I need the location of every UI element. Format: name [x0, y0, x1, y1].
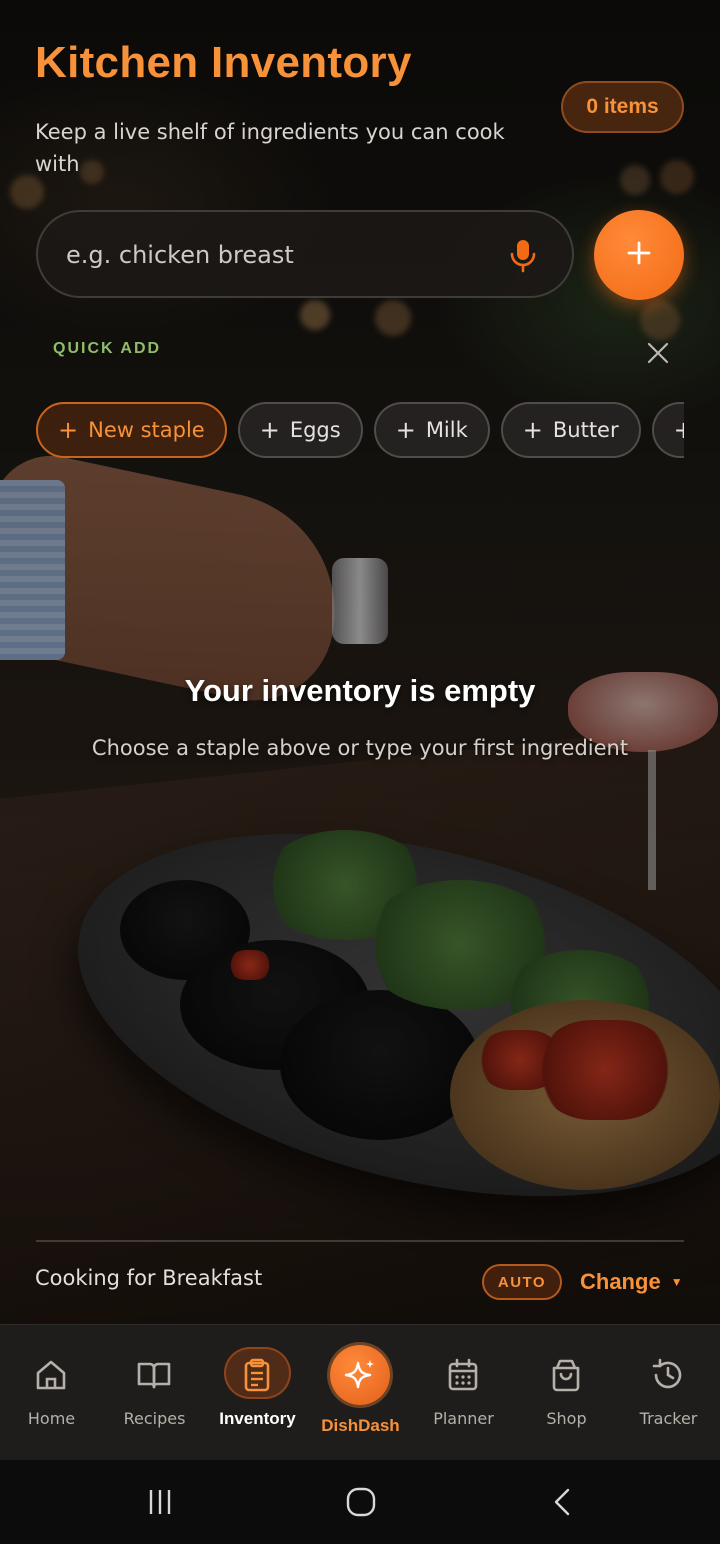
add-ingredient-button[interactable]	[594, 210, 684, 300]
nav-item-recipes[interactable]: Recipes	[103, 1325, 206, 1461]
plus-icon	[626, 240, 652, 270]
chip-eggs[interactable]: + Eggs	[237, 402, 363, 458]
ingredient-input[interactable]	[66, 230, 496, 280]
shopping-bag-icon	[546, 1355, 586, 1395]
book-icon	[134, 1355, 174, 1395]
nav-label: Inventory	[219, 1409, 296, 1428]
divider	[36, 1240, 684, 1242]
chip-milk[interactable]: + Milk	[373, 402, 490, 458]
change-label: Change	[580, 1269, 661, 1294]
clipboard-icon	[237, 1355, 277, 1395]
nav-item-home[interactable]: Home	[0, 1325, 103, 1461]
microphone-icon[interactable]	[508, 239, 538, 273]
chip-label: Milk	[425, 418, 468, 442]
back-icon[interactable]	[533, 1480, 593, 1524]
chip-ch[interactable]: + Ch	[651, 402, 684, 458]
nav-label: Planner	[433, 1409, 494, 1428]
page-subtitle: Keep a live shelf of ingredients you can…	[35, 120, 505, 176]
calendar-icon	[443, 1355, 483, 1395]
caret-down-icon: ▼	[670, 1275, 683, 1289]
nav-item-inventory[interactable]: Inventory	[206, 1325, 309, 1461]
sparkle-icon	[340, 1355, 380, 1395]
system-nav-bar	[0, 1460, 720, 1544]
nav-label: Home	[27, 1409, 76, 1428]
plus-icon: +	[673, 416, 684, 444]
recent-apps-icon[interactable]	[130, 1480, 190, 1524]
auto-badge: AUTO	[482, 1264, 562, 1300]
chip-new-staple[interactable]: + New staple	[36, 402, 227, 458]
cooking-for-label: Cooking for Breakfast	[35, 1266, 263, 1290]
chip-label: Butter	[552, 418, 619, 442]
ingredient-search-field[interactable]	[36, 210, 574, 298]
change-meal-button[interactable]: Change ▼	[580, 1264, 683, 1300]
page-title: Kitchen Inventory	[35, 38, 412, 87]
chip-label: New staple	[88, 418, 205, 442]
nav-label: Recipes	[123, 1409, 186, 1428]
quick-add-label: QUICK ADD	[53, 340, 162, 357]
nav-label: Shop	[546, 1409, 587, 1428]
home-icon	[31, 1355, 71, 1395]
plus-icon: +	[395, 416, 416, 444]
item-count-badge: 0 items	[561, 81, 684, 133]
chip-butter[interactable]: + Butter	[500, 402, 641, 458]
chip-label: Eggs	[289, 418, 341, 442]
empty-state-title: Your inventory is empty	[184, 673, 536, 708]
nav-item-planner[interactable]: Planner	[412, 1325, 515, 1461]
nav-label: Tracker	[639, 1409, 698, 1428]
plus-icon: +	[259, 416, 280, 444]
plus-icon: +	[58, 416, 79, 444]
nav-item-dishdash[interactable]: DishDash	[309, 1325, 412, 1461]
nav-item-tracker[interactable]: Tracker	[617, 1325, 720, 1461]
bottom-nav: Home Recipes Inventory DishDash Planner …	[0, 1324, 720, 1460]
home-button-icon[interactable]	[331, 1480, 391, 1524]
close-icon[interactable]	[645, 340, 671, 366]
history-icon	[648, 1355, 688, 1395]
nav-label: DishDash	[321, 1416, 400, 1435]
nav-item-shop[interactable]: Shop	[515, 1325, 618, 1461]
empty-state-subtitle: Choose a staple above or type your first…	[91, 736, 629, 760]
quick-add-chips: + New staple + Eggs + Milk + Butter + Ch	[36, 402, 684, 460]
plus-icon: +	[522, 416, 543, 444]
